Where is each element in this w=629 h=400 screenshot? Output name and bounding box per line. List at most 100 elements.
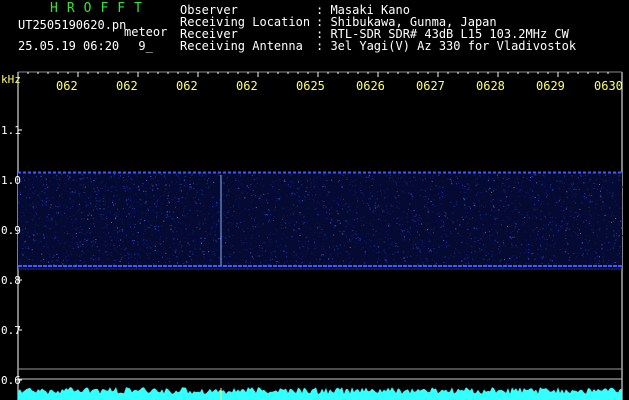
noise-speckle bbox=[425, 195, 427, 197]
noise-speckle bbox=[118, 213, 120, 215]
noise-speckle bbox=[483, 258, 485, 260]
noise-speckle bbox=[48, 253, 50, 255]
noise-speckle bbox=[476, 194, 477, 196]
noise-speckle bbox=[520, 213, 522, 215]
noise-speckle bbox=[268, 263, 270, 265]
noise-speckle bbox=[203, 240, 205, 242]
noise-speckle bbox=[112, 201, 113, 203]
noise-speckle bbox=[545, 256, 547, 258]
noise-speckle bbox=[130, 199, 132, 201]
noise-speckle bbox=[328, 213, 330, 215]
noise-speckle bbox=[369, 223, 371, 225]
noise-speckle bbox=[480, 192, 482, 194]
noise-speckle bbox=[426, 229, 428, 231]
noise-speckle bbox=[73, 179, 75, 181]
noise-speckle bbox=[186, 238, 188, 240]
noise-speckle bbox=[27, 245, 29, 247]
noise-speckle bbox=[92, 259, 94, 261]
noise-speckle bbox=[432, 204, 434, 205]
noise-speckle bbox=[163, 220, 165, 222]
noise-speckle bbox=[371, 178, 373, 180]
noise-speckle bbox=[612, 261, 614, 263]
noise-speckle bbox=[409, 177, 411, 179]
noise-speckle bbox=[407, 183, 409, 185]
noise-speckle bbox=[300, 202, 301, 204]
noise-speckle bbox=[250, 184, 252, 186]
noise-speckle bbox=[96, 203, 98, 205]
noise-speckle bbox=[504, 185, 506, 186]
noise-speckle bbox=[346, 226, 348, 228]
noise-speckle bbox=[143, 242, 145, 244]
noise-speckle bbox=[398, 174, 400, 176]
noise-speckle bbox=[105, 216, 107, 217]
noise-speckle bbox=[276, 262, 277, 264]
noise-band bbox=[18, 172, 622, 268]
noise-speckle bbox=[145, 194, 147, 196]
noise-speckle bbox=[330, 218, 332, 220]
noise-speckle bbox=[341, 208, 343, 210]
noise-speckle bbox=[413, 209, 415, 211]
noise-speckle bbox=[274, 189, 276, 191]
noise-speckle bbox=[375, 252, 377, 254]
noise-speckle bbox=[427, 202, 429, 204]
noise-speckle bbox=[259, 255, 261, 257]
noise-speckle bbox=[273, 220, 274, 221]
noise-speckle bbox=[438, 244, 440, 246]
noise-speckle bbox=[227, 211, 229, 213]
noise-speckle bbox=[385, 260, 387, 261]
noise-speckle bbox=[302, 246, 304, 248]
noise-speckle bbox=[338, 261, 340, 263]
noise-speckle bbox=[194, 197, 196, 199]
noise-speckle bbox=[216, 223, 218, 225]
noise-speckle bbox=[451, 183, 453, 185]
noise-speckle bbox=[90, 241, 92, 243]
noise-speckle bbox=[588, 194, 590, 196]
noise-speckle bbox=[122, 230, 124, 232]
noise-speckle bbox=[102, 203, 104, 205]
noise-speckle bbox=[212, 253, 214, 255]
noise-speckle bbox=[420, 258, 422, 260]
noise-speckle bbox=[385, 259, 387, 261]
noise-speckle bbox=[156, 216, 158, 218]
noise-speckle bbox=[515, 245, 517, 247]
noise-speckle bbox=[596, 256, 598, 257]
noise-speckle bbox=[119, 245, 120, 247]
noise-speckle bbox=[342, 233, 344, 235]
noise-speckle bbox=[326, 173, 327, 175]
noise-speckle bbox=[291, 193, 293, 195]
noise-speckle bbox=[218, 221, 220, 222]
noise-speckle bbox=[603, 187, 605, 189]
noise-speckle bbox=[431, 180, 433, 182]
noise-speckle bbox=[598, 263, 600, 265]
noise-speckle bbox=[465, 254, 467, 255]
noise-speckle bbox=[382, 210, 384, 212]
noise-speckle bbox=[19, 261, 21, 263]
noise-speckle bbox=[299, 187, 301, 189]
noise-speckle bbox=[338, 180, 340, 182]
noise-speckle bbox=[123, 236, 125, 238]
noise-speckle bbox=[392, 179, 394, 181]
noise-speckle bbox=[163, 191, 165, 193]
noise-speckle bbox=[319, 225, 321, 227]
noise-speckle bbox=[217, 175, 219, 177]
noise-speckle bbox=[396, 217, 398, 219]
y-tick: 1.0 bbox=[1, 174, 21, 187]
noise-speckle bbox=[53, 255, 55, 257]
noise-speckle bbox=[426, 260, 428, 262]
noise-speckle bbox=[544, 238, 546, 240]
noise-speckle bbox=[56, 212, 58, 214]
noise-speckle bbox=[150, 247, 152, 249]
noise-speckle bbox=[423, 245, 425, 247]
noise-speckle bbox=[615, 217, 617, 219]
noise-speckle bbox=[305, 179, 307, 181]
noise-speckle bbox=[433, 205, 435, 207]
noise-speckle bbox=[399, 224, 401, 226]
noise-speckle bbox=[323, 205, 325, 207]
noise-speckle bbox=[150, 224, 152, 226]
noise-speckle bbox=[609, 191, 611, 193]
noise-speckle bbox=[450, 255, 452, 257]
noise-speckle bbox=[155, 228, 157, 230]
noise-speckle bbox=[487, 253, 489, 254]
noise-speckle bbox=[299, 229, 301, 230]
noise-speckle bbox=[33, 238, 35, 240]
